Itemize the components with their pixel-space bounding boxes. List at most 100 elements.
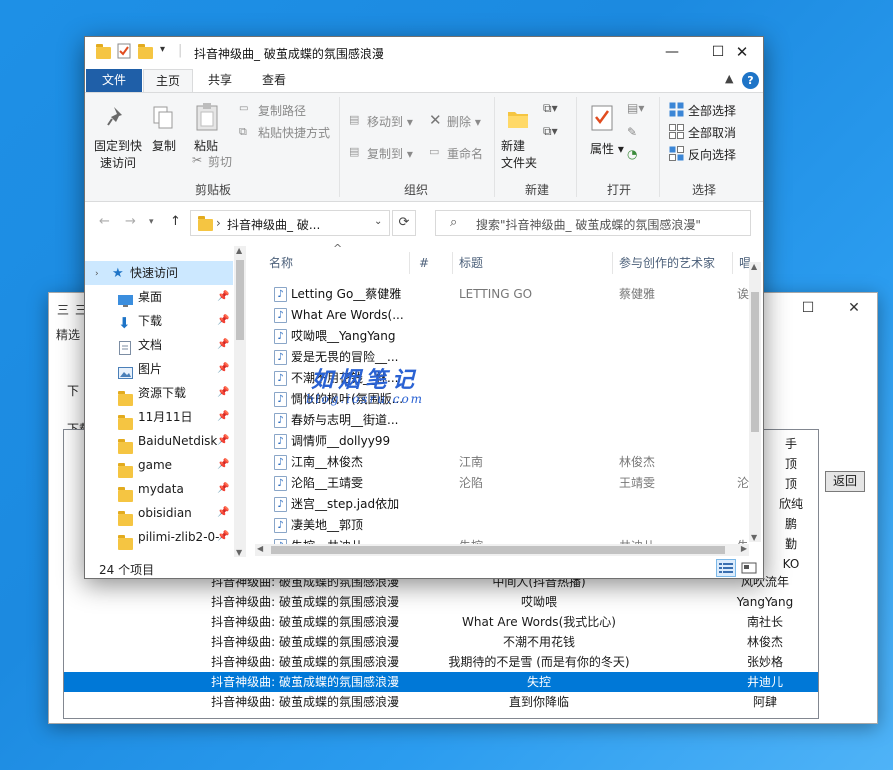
tab-share[interactable]: 共享 (197, 69, 243, 92)
column-divider[interactable] (732, 252, 733, 274)
breadcrumb[interactable]: 抖音神级曲_ 破... (227, 216, 320, 233)
file-horizontal-scrollbar[interactable]: ◀ ▶ (255, 544, 749, 556)
pin-icon[interactable]: 📌 (217, 309, 229, 333)
file-row[interactable]: ♪ 迷宫__step.jad依加 (247, 494, 747, 515)
large-icons-view-button[interactable] (739, 559, 759, 577)
refresh-button[interactable]: ⟳ (392, 210, 416, 236)
close-button[interactable]: ✕ (719, 37, 763, 67)
select-none-button[interactable]: 全部取消 (688, 124, 736, 141)
pin-icon[interactable]: 📌 (217, 501, 229, 525)
new-folder-quick-icon[interactable] (138, 44, 153, 63)
pin-icon[interactable]: 📌 (217, 453, 229, 477)
file-row[interactable]: ♪ 凄美地__郭顶 (247, 515, 747, 536)
file-row[interactable]: ♪ 调情师__dollyy99 (247, 431, 747, 452)
tab-view[interactable]: 查看 (251, 69, 297, 92)
file-row[interactable]: ♪ 沦陷__王靖雯 沦陷 王靖雯 沦 (247, 473, 749, 494)
copy-path-button[interactable]: 复制路径 (258, 102, 306, 119)
edit-icon[interactable]: ✎ (627, 125, 637, 139)
paste-button[interactable]: 粘贴 (194, 137, 218, 154)
pin-icon[interactable]: 📌 (217, 285, 229, 309)
table-row-selected[interactable]: 抖音神级曲: 破茧成蝶的氛围感浪漫 失控 井迪儿 (64, 672, 818, 692)
tab-file[interactable]: 文件 (86, 69, 142, 92)
recent-locations-icon[interactable]: ▾ (149, 217, 154, 227)
file-row[interactable]: ♪ Letting Go__蔡健雅 LETTING GO 蔡健雅 诶 (247, 284, 749, 305)
open-icon[interactable]: ▤▾ (627, 101, 644, 115)
history-icon[interactable]: ◔ (627, 147, 637, 161)
paste-shortcut-button[interactable]: 粘贴快捷方式 (258, 124, 330, 141)
nav-item-folder[interactable]: 资源下载 📌 (85, 381, 233, 406)
table-row[interactable]: 抖音神级曲: 破茧成蝶的氛围感浪漫 哎呦喂 YangYang (64, 592, 818, 612)
bg-maximize-button[interactable]: ☐ (785, 293, 831, 323)
scroll-up-icon[interactable]: ▲ (236, 246, 242, 255)
new-item-icon[interactable]: ⧉▾ (543, 101, 558, 116)
rename-button[interactable]: 重命名 (447, 145, 483, 162)
address-box[interactable]: › 抖音神级曲_ 破... ⌄ (190, 210, 390, 236)
delete-button[interactable]: 删除 ▾ (447, 113, 481, 130)
minimize-button[interactable]: — (649, 37, 695, 67)
scroll-right-icon[interactable]: ▶ (741, 544, 747, 553)
nav-item-pictures[interactable]: 图片 📌 (85, 357, 233, 381)
nav-item-folder[interactable]: BaiduNetdisk 📌 (85, 429, 233, 454)
back-button[interactable]: 返回 (825, 471, 865, 492)
tab-home[interactable]: 主页 (143, 69, 193, 92)
scroll-up-icon[interactable]: ▲ (751, 262, 757, 271)
forward-arrow-icon[interactable]: → (125, 214, 136, 229)
scrollbar-thumb[interactable] (751, 292, 759, 432)
scroll-left-icon[interactable]: ◀ (257, 544, 263, 553)
properties-quick-icon[interactable] (117, 43, 131, 63)
help-icon[interactable]: ? (742, 72, 759, 89)
pin-icon[interactable]: 📌 (217, 357, 229, 381)
expand-ribbon-icon[interactable]: ▲ (725, 72, 733, 85)
nav-item-downloads[interactable]: ⬇ 下载 📌 (85, 309, 233, 333)
file-vertical-scrollbar[interactable]: ▲ ▼ (749, 262, 761, 542)
properties-button[interactable]: 属性 ▾ (590, 140, 624, 157)
customize-toolbar-icon[interactable]: ▾ (160, 44, 165, 55)
select-all-button[interactable]: 全部选择 (688, 102, 736, 119)
search-box[interactable]: ⌕ 搜索"抖音神级曲_ 破茧成蝶的氛围感浪漫" (435, 210, 751, 236)
nav-item-quick-access[interactable]: › ★ 快速访问 (85, 261, 233, 285)
column-header-number[interactable]: # (419, 250, 429, 276)
search-input[interactable]: 搜索"抖音神级曲_ 破茧成蝶的氛围感浪漫" (476, 216, 701, 233)
up-arrow-icon[interactable]: ↑ (170, 214, 181, 229)
column-divider[interactable] (409, 252, 410, 274)
nav-item-folder[interactable]: mydata 📌 (85, 477, 233, 502)
easy-access-icon[interactable]: ⧉▾ (543, 124, 558, 139)
column-divider[interactable] (612, 252, 613, 274)
column-header-name[interactable]: 名称 (269, 250, 293, 276)
nav-scrollbar[interactable]: ▲ ▼ (234, 246, 246, 557)
details-view-button[interactable] (716, 559, 736, 577)
invert-selection-button[interactable]: 反向选择 (688, 146, 736, 163)
file-row[interactable]: ♪ What Are Words(... (247, 305, 747, 326)
file-row[interactable]: ♪ 春娇与志明__街道... (247, 410, 747, 431)
column-divider[interactable] (452, 252, 453, 274)
pin-icon[interactable]: 📌 (217, 477, 229, 501)
expand-arrow-icon[interactable]: › (95, 262, 99, 286)
pin-icon[interactable]: 📌 (217, 405, 229, 429)
scrollbar-thumb[interactable] (236, 260, 244, 340)
table-row[interactable]: 抖音神级曲: 破茧成蝶的氛围感浪漫 我期待的不是雪 (而是有你的冬天) 张妙格 (64, 652, 818, 672)
column-header-artist[interactable]: 参与创作的艺术家 (619, 250, 715, 276)
scrollbar-thumb[interactable] (271, 546, 725, 554)
file-row[interactable]: ♪ 哎呦喂__YangYang (247, 326, 747, 347)
nav-item-folder[interactable]: game 📌 (85, 453, 233, 478)
pin-icon[interactable]: 📌 (217, 429, 229, 453)
copy-button[interactable]: 复制 (152, 137, 176, 154)
new-folder-button[interactable]: 新建 文件夹 (501, 137, 537, 171)
pin-icon[interactable]: 📌 (217, 333, 229, 357)
nav-item-folder[interactable]: pilimi-zlib2-0- 📌 (85, 525, 233, 550)
pin-icon[interactable]: 📌 (217, 381, 229, 405)
nav-item-desktop[interactable]: 桌面 📌 (85, 285, 233, 309)
scroll-down-icon[interactable]: ▼ (751, 533, 757, 542)
nav-item-documents[interactable]: 文档 📌 (85, 333, 233, 357)
nav-item-folder[interactable]: 11月11日 📌 (85, 405, 233, 430)
title-bar[interactable]: ▾ | 抖音神级曲_ 破茧成蝶的氛围感浪漫 — ☐ ✕ (85, 37, 763, 67)
cut-button[interactable]: 剪切 (208, 153, 232, 170)
pin-quick-access-button[interactable]: 固定到快 速访问 (94, 137, 142, 171)
table-row[interactable]: 抖音神级曲: 破茧成蝶的氛围感浪漫 直到你降临 阿肆 (64, 692, 818, 712)
scroll-down-icon[interactable]: ▼ (236, 548, 242, 557)
pin-icon[interactable]: 📌 (217, 525, 229, 549)
table-row[interactable]: 抖音神级曲: 破茧成蝶的氛围感浪漫 不潮不用花钱 林俊杰 (64, 632, 818, 652)
bg-close-button[interactable]: ✕ (831, 293, 877, 323)
move-to-button[interactable]: 移动到 ▾ (367, 113, 413, 130)
file-row[interactable]: ♪ 江南__林俊杰 江南 林俊杰 (247, 452, 747, 473)
